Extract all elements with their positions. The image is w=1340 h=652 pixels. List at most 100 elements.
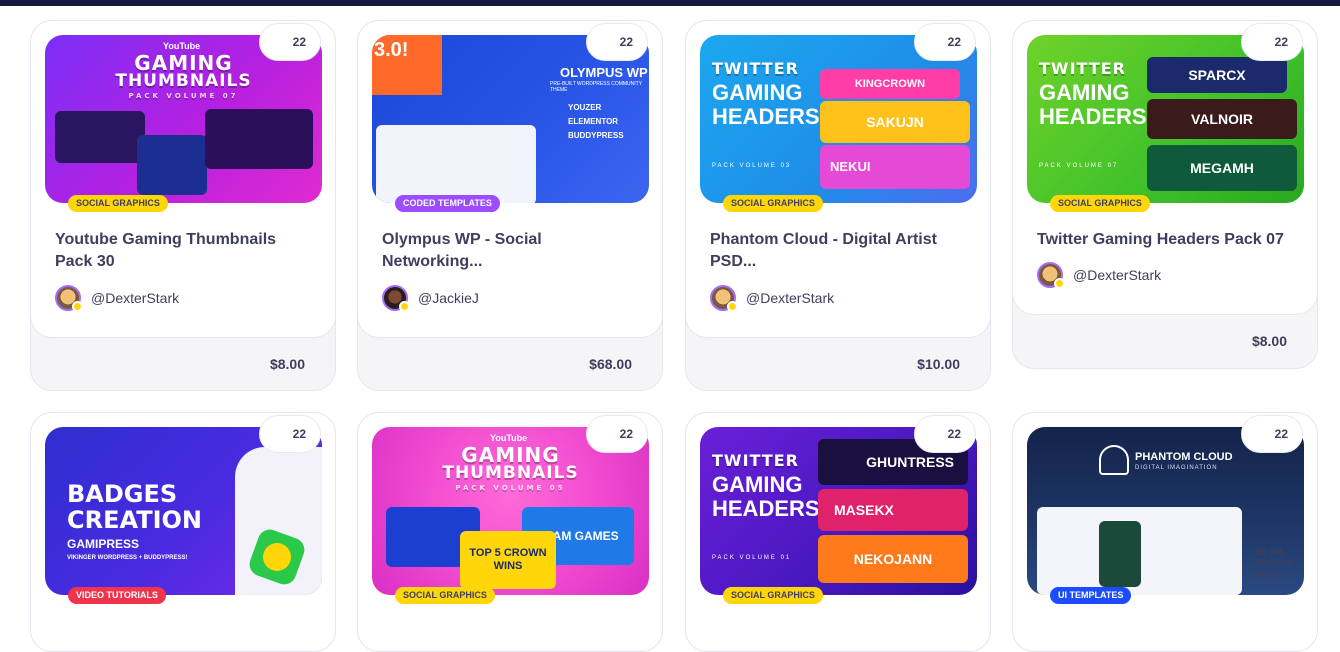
author-info[interactable]: @JackieJ	[382, 284, 479, 312]
product-price: $10.00	[917, 356, 960, 372]
author-name[interactable]: @DexterStark	[1073, 267, 1161, 283]
author-name[interactable]: @JackieJ	[418, 290, 479, 306]
thumb-line1: TWITTER	[1039, 59, 1126, 78]
header-name-3: MEGAMH	[1147, 145, 1297, 191]
thumb-line2: GAMING HEADERS	[1039, 80, 1147, 129]
feature-youzer: YOUZER	[568, 103, 602, 112]
product-card-body: TWITTER GAMING HEADERS PACK VOLUME 01 GH…	[685, 412, 991, 652]
shield-badge: 22	[586, 415, 648, 453]
avatar[interactable]	[55, 285, 83, 312]
feature-elementor: ELEMENTOR	[568, 117, 619, 126]
avatar[interactable]	[710, 285, 738, 312]
product-card-body: BADGES CREATION GAMIPRESS VIKINGER WORDP…	[30, 412, 336, 652]
header-name-2: VALNOIR	[1147, 99, 1297, 139]
product-title[interactable]: Twitter Gaming Headers Pack 07	[1037, 229, 1299, 251]
shield-badge: 22	[259, 23, 321, 61]
header-name-3: NEKUI	[820, 145, 970, 189]
shield-badge: 22	[259, 415, 321, 453]
product-card[interactable]: YouTube GAMING THUMBNAILS PACK VOLUME 07…	[30, 20, 336, 391]
author-info[interactable]: @DexterStark	[1037, 261, 1161, 289]
feature-buddypress: BUDDYPRESS	[568, 131, 624, 140]
category-badge[interactable]: Social Graphics	[723, 195, 823, 212]
author-name[interactable]: @DexterStark	[746, 290, 834, 306]
badge-count: 22	[947, 427, 961, 441]
badge-count: 22	[1274, 427, 1288, 441]
category-badge[interactable]: Social Graphics	[395, 587, 495, 604]
product-card[interactable]: YouTube GAMING THUMBNAILS PACK VOLUME 05…	[357, 412, 663, 652]
shield-badge: 22	[1241, 415, 1303, 453]
youtube-tag: YouTube	[163, 41, 201, 51]
thumb-line2: THUMBNAILS	[115, 71, 252, 91]
product-price: $68.00	[589, 356, 632, 372]
thumb-sub: PACK VOLUME 05	[455, 484, 566, 492]
badge-count: 22	[1274, 35, 1288, 49]
shield-badge: 22	[914, 415, 976, 453]
thumb-line2: 3.0!	[374, 39, 409, 61]
product-card-body: TWITTER GAMING HEADERS PACK VOLUME 03 KI…	[685, 20, 991, 338]
thumb-line1: BADGES	[67, 480, 178, 508]
thumb-line2: CREATION	[67, 506, 202, 534]
badge-count: 22	[947, 35, 961, 49]
product-card-body: YouTube GAMING THUMBNAILS PACK VOLUME 05…	[357, 412, 663, 652]
avatar[interactable]	[382, 285, 410, 312]
thumb-sub: DIGITAL IMAGINATION	[1135, 465, 1218, 471]
thumb-sub: PACK VOLUME 03	[712, 163, 792, 169]
author-info[interactable]: @DexterStark	[710, 284, 834, 312]
thumb-sub: PACK VOLUME 07	[1039, 163, 1119, 169]
category-badge[interactable]: Social Graphics	[723, 587, 823, 604]
category-badge[interactable]: Coded Templates	[395, 195, 500, 212]
header-name-3: NEKOJANN	[818, 535, 968, 583]
avatar[interactable]	[1037, 262, 1065, 289]
thumb-sub: PRE-BUILT WORDPRESS COMMUNITY THEME	[550, 81, 642, 93]
product-card[interactable]: PHANTOM CLOUD DIGITAL IMAGINATION HI! I'…	[1012, 412, 1318, 652]
product-card-body: 3.0! OLYMPUS WP PRE-BUILT WORDPRESS COMM…	[357, 20, 663, 338]
badge-count: 22	[292, 35, 306, 49]
shield-badge: 22	[914, 23, 976, 61]
shield-badge: 22	[1241, 23, 1303, 61]
badge-count: 22	[619, 427, 633, 441]
level-dot	[399, 301, 410, 312]
thumb-name-1: TOP 5 CROWN WINS	[460, 531, 556, 589]
thumb-line1: TWITTER	[712, 59, 799, 78]
product-price: $8.00	[1251, 333, 1287, 349]
category-badge[interactable]: Social Graphics	[1050, 195, 1150, 212]
badge-count: 22	[292, 427, 306, 441]
thumb-line2: GAMING HEADERS	[712, 472, 820, 521]
product-card[interactable]: TWITTER GAMING HEADERS PACK VOLUME 01 GH…	[685, 412, 991, 652]
author-name[interactable]: @DexterStark	[91, 290, 179, 306]
phantom-logo-icon	[1099, 445, 1129, 475]
category-badge[interactable]: Social Graphics	[68, 195, 168, 212]
category-badge[interactable]: Video Tutorials	[68, 587, 166, 604]
product-grid: YouTube GAMING THUMBNAILS PACK VOLUME 07…	[0, 0, 1340, 652]
author-info[interactable]: @DexterStark	[55, 284, 179, 312]
thumb-extra: HI! I'M JESSICA VALEN	[1255, 547, 1294, 579]
thumb-line1: TWITTER	[712, 451, 799, 470]
level-dot	[1054, 278, 1065, 289]
badge-count: 22	[619, 35, 633, 49]
product-title[interactable]: Phantom Cloud - Digital Artist PSD...	[710, 229, 972, 273]
shield-badge: 22	[586, 23, 648, 61]
thumb-line2: THUMBNAILS	[442, 463, 579, 483]
product-price: $8.00	[269, 356, 305, 372]
thumb-line2: GAMING HEADERS	[712, 80, 820, 129]
thumb-line1: OLYMPUS WP	[560, 65, 648, 80]
thumb-sub: GAMIPRESS	[67, 537, 140, 551]
product-title[interactable]: Olympus WP - Social Networking...	[382, 229, 644, 273]
category-badge[interactable]: UI Templates	[1050, 587, 1132, 604]
product-card[interactable]: 3.0! OLYMPUS WP PRE-BUILT WORDPRESS COMM…	[357, 20, 663, 391]
youtube-tag: YouTube	[490, 433, 528, 443]
product-card-body: YouTube GAMING THUMBNAILS PACK VOLUME 07…	[30, 20, 336, 338]
product-card[interactable]: TWITTER GAMING HEADERS PACK VOLUME 03 KI…	[685, 20, 991, 391]
header-name-1: SPARCX	[1147, 57, 1287, 93]
thumb-sub: PACK VOLUME 07	[128, 92, 239, 100]
product-title[interactable]: Youtube Gaming Thumbnails Pack 30	[55, 229, 317, 273]
thumb-line1: PHANTOM CLOUD	[1135, 451, 1233, 463]
thumb-sub: PACK VOLUME 01	[712, 555, 792, 561]
product-card[interactable]: TWITTER GAMING HEADERS PACK VOLUME 07 SP…	[1012, 20, 1318, 369]
level-dot	[72, 301, 83, 312]
level-dot	[727, 301, 738, 312]
product-card-body: PHANTOM CLOUD DIGITAL IMAGINATION HI! I'…	[1012, 412, 1318, 652]
header-name-2: MASEKX	[818, 489, 968, 531]
product-card[interactable]: BADGES CREATION GAMIPRESS VIKINGER WORDP…	[30, 412, 336, 652]
header-name-2: SAKUJN	[820, 101, 970, 143]
